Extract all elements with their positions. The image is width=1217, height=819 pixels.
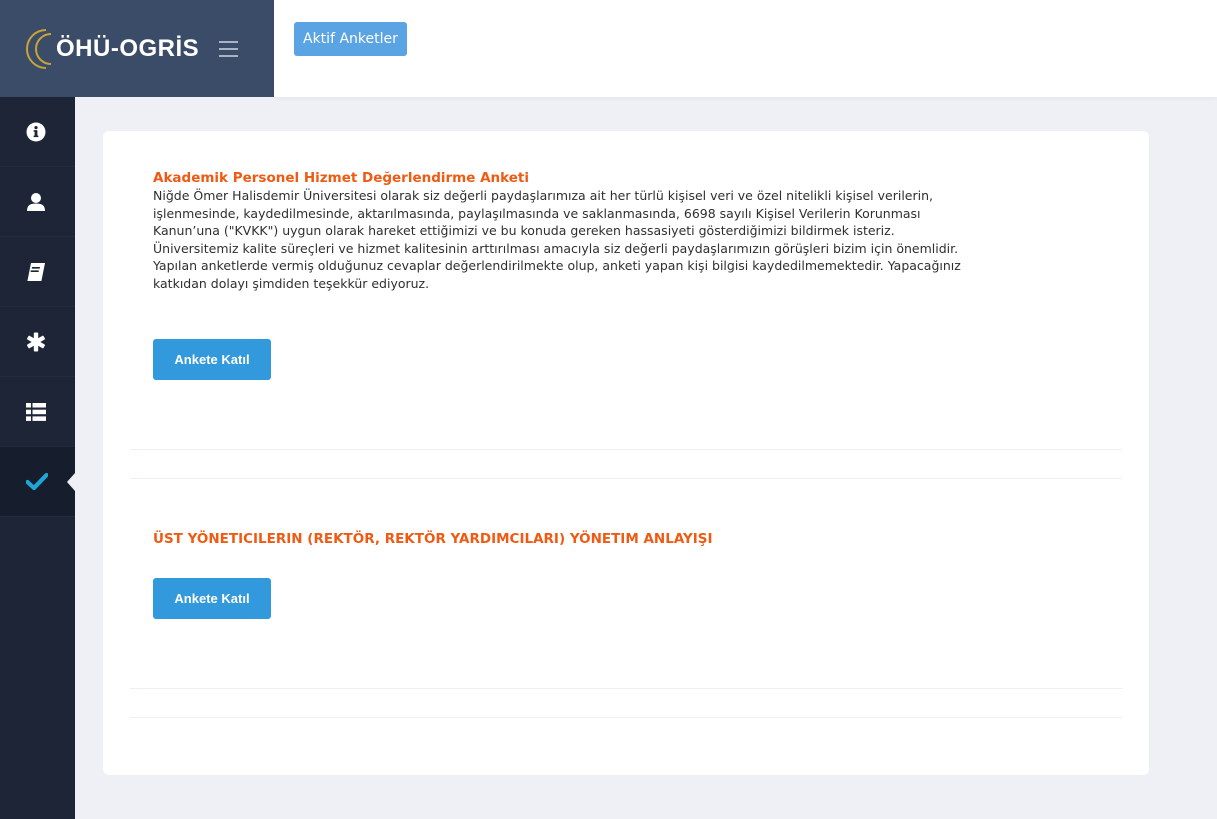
university-logo-icon: [26, 28, 52, 69]
join-survey-button[interactable]: Ankete Katıl: [153, 578, 271, 619]
list-icon: [26, 402, 46, 421]
asterisk-icon: [27, 332, 45, 351]
user-icon: [27, 192, 45, 211]
survey-title: ÜST YÖNETICILERIN (REKTÖR, REKTÖR YARDIM…: [153, 531, 713, 547]
menu-toggle-icon[interactable]: [219, 41, 239, 57]
divider: [130, 478, 1122, 479]
divider: [130, 449, 1122, 450]
divider: [130, 717, 1122, 718]
app-logo-text: ÖHÜ-OGRİS: [56, 34, 200, 62]
sidebar-item-list[interactable]: [0, 377, 75, 447]
check-icon: [26, 473, 48, 490]
sidebar-item-surveys[interactable]: [0, 447, 75, 517]
top-bar: [274, 0, 1217, 97]
survey-item: Akademik Personel Hizmet Değerlendirme A…: [153, 170, 1103, 292]
active-surveys-button[interactable]: Aktif Anketler: [294, 22, 407, 56]
sidebar-item-courses[interactable]: [0, 237, 75, 307]
sidebar-item-profile[interactable]: [0, 167, 75, 237]
sidebar: [0, 97, 75, 819]
survey-list-card: Akademik Personel Hizmet Değerlendirme A…: [103, 131, 1149, 775]
info-icon: [26, 122, 46, 141]
survey-title: Akademik Personel Hizmet Değerlendirme A…: [153, 170, 530, 186]
sidebar-item-info[interactable]: [0, 97, 75, 167]
survey-item: ÜST YÖNETICILERIN (REKTÖR, REKTÖR YARDIM…: [153, 531, 1103, 548]
brand-bar: ÖHÜ-OGRİS: [0, 0, 274, 97]
survey-description: Niğde Ömer Halisdemir Üniversitesi olara…: [153, 188, 961, 291]
divider: [130, 688, 1122, 689]
sidebar-item-settings[interactable]: [0, 307, 75, 377]
join-survey-button[interactable]: Ankete Katıl: [153, 339, 271, 380]
book-icon: [27, 262, 45, 281]
